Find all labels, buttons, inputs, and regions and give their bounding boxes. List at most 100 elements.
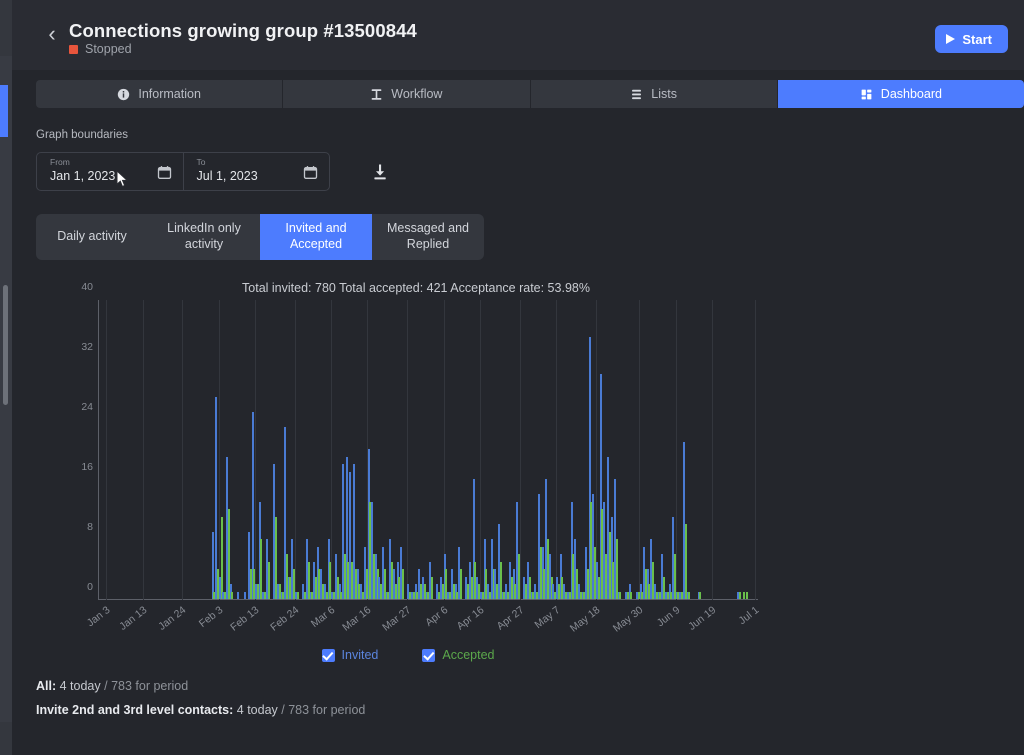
segment-messaged-and-replied[interactable]: Messaged and Replied bbox=[372, 214, 484, 260]
rail-bottom-segment bbox=[0, 722, 12, 755]
footer-all-today: 4 today bbox=[59, 679, 101, 693]
y-axis-tick: 0 bbox=[87, 581, 93, 593]
segment-invited-and-accepted[interactable]: Invited and Accepted bbox=[260, 214, 372, 260]
footer-invite-period: / 783 for period bbox=[281, 703, 366, 717]
rail-active-indicator bbox=[0, 85, 8, 137]
status-label: Stopped bbox=[85, 42, 132, 56]
tab-lists-label: Lists bbox=[651, 87, 677, 101]
bar-accepted bbox=[688, 591, 691, 599]
grid-line bbox=[555, 300, 557, 600]
segment-linkedin-only-activity-label: LinkedIn only activity bbox=[167, 221, 241, 251]
graph-boundaries-label: Graph boundaries bbox=[36, 129, 129, 141]
date-from-field[interactable]: From Jan 1, 2023 bbox=[37, 153, 183, 190]
bar-accepted bbox=[746, 591, 749, 599]
footer-invite-label: Invite 2nd and 3rd level contacts: bbox=[36, 703, 234, 717]
y-axis-tick: 8 bbox=[87, 521, 93, 533]
date-from-value: Jan 1, 2023 bbox=[50, 169, 116, 183]
calendar-icon[interactable] bbox=[303, 165, 318, 185]
bar-accepted bbox=[401, 569, 404, 599]
tab-workflow[interactable]: Workflow bbox=[283, 80, 531, 108]
chart-summary-stats: Total invited: 780 Total accepted: 421 A… bbox=[242, 281, 590, 295]
bar-accepted bbox=[296, 591, 299, 599]
legend-invited-label: Invited bbox=[341, 648, 379, 662]
workflow-icon bbox=[370, 88, 383, 101]
bar-accepted bbox=[517, 554, 520, 599]
play-icon bbox=[946, 34, 956, 44]
bar-accepted bbox=[231, 591, 234, 599]
bar-accepted bbox=[459, 569, 462, 599]
grid-line bbox=[711, 300, 713, 600]
bar-accepted bbox=[430, 576, 433, 599]
list-icon bbox=[630, 88, 643, 101]
date-from-caption: From bbox=[50, 157, 70, 167]
y-axis-tick: 32 bbox=[81, 341, 93, 353]
tab-lists[interactable]: Lists bbox=[530, 80, 778, 108]
page-surface: ‹ Connections growing group #13500844 St… bbox=[12, 0, 1024, 755]
bar-accepted bbox=[699, 591, 702, 599]
grid-line bbox=[479, 300, 481, 600]
grid-line bbox=[106, 300, 108, 600]
checkbox-checked-icon[interactable] bbox=[321, 648, 335, 662]
footer-all-period: / 783 for period bbox=[104, 679, 189, 693]
date-range-group: From Jan 1, 2023 To Jul 1, 2023 bbox=[36, 152, 330, 191]
y-axis-tick: 40 bbox=[81, 281, 93, 293]
calendar-icon[interactable] bbox=[157, 165, 172, 185]
footer-all-line: All: 4 today / 783 for period bbox=[36, 679, 188, 693]
footer-all-label: All: bbox=[36, 679, 57, 693]
page-scrollbar-thumb[interactable] bbox=[3, 285, 8, 405]
status-badge: Stopped bbox=[69, 42, 132, 56]
info-icon bbox=[117, 88, 130, 101]
grid-line bbox=[182, 300, 184, 600]
tab-workflow-label: Workflow bbox=[391, 87, 443, 101]
bar-accepted bbox=[267, 561, 270, 599]
grid-line bbox=[407, 300, 409, 600]
legend-item-invited[interactable]: Invited bbox=[321, 648, 379, 662]
download-icon[interactable] bbox=[371, 163, 389, 186]
tab-dashboard-label: Dashboard bbox=[880, 87, 942, 101]
bar-invited bbox=[211, 531, 214, 599]
bar-accepted bbox=[615, 539, 618, 599]
rail-top-segment bbox=[0, 0, 12, 56]
grid-line bbox=[755, 300, 757, 600]
main-tab-bar: Information Workflow Lists Dashboard bbox=[36, 80, 1024, 108]
date-to-caption: To bbox=[196, 157, 206, 167]
segment-daily-activity[interactable]: Daily activity bbox=[36, 214, 148, 260]
bar-accepted bbox=[220, 516, 223, 599]
footer-invite-today: 4 today bbox=[236, 703, 278, 717]
tab-information[interactable]: Information bbox=[36, 80, 284, 108]
footer-invite-line: Invite 2nd and 3rd level contacts: 4 tod… bbox=[36, 703, 365, 717]
chart-legend: Invited Accepted bbox=[36, 648, 780, 662]
grid-line bbox=[254, 300, 256, 600]
dashboard-icon bbox=[860, 88, 873, 101]
start-button[interactable]: Start bbox=[935, 25, 1008, 53]
date-to-value: Jul 1, 2023 bbox=[196, 169, 258, 183]
segment-invited-and-accepted-label: Invited and Accepted bbox=[285, 221, 347, 251]
date-to-field[interactable]: To Jul 1, 2023 bbox=[182, 153, 330, 190]
grid-line bbox=[218, 300, 220, 600]
legend-item-accepted[interactable]: Accepted bbox=[422, 648, 494, 662]
status-square-icon bbox=[69, 44, 78, 54]
segment-linkedin-only-activity[interactable]: LinkedIn only activity bbox=[148, 214, 260, 260]
bar-accepted bbox=[260, 539, 263, 599]
chart-plot: 0 8 16 24 32 40 bbox=[81, 281, 758, 600]
y-axis-tick: 16 bbox=[81, 461, 93, 473]
chevron-left-icon[interactable]: ‹ bbox=[42, 22, 62, 46]
grid-line bbox=[294, 300, 296, 600]
tab-dashboard[interactable]: Dashboard bbox=[777, 80, 1024, 108]
segment-messaged-and-replied-label: Messaged and Replied bbox=[386, 221, 469, 251]
bar-invited bbox=[244, 591, 247, 599]
bar-accepted bbox=[742, 591, 745, 599]
start-button-label: Start bbox=[962, 31, 992, 47]
chart-area: 0 8 16 24 32 40 Jan 3 Jan 13 Jan 24 Feb 3 Feb 13 F… bbox=[36, 281, 780, 635]
grid-line bbox=[142, 300, 144, 600]
page-header: ‹ Connections growing group #13500844 St… bbox=[12, 0, 1024, 70]
tab-information-label: Information bbox=[138, 87, 201, 101]
app-rail bbox=[0, 0, 12, 755]
bar-accepted bbox=[630, 591, 633, 599]
bar-accepted bbox=[619, 591, 622, 599]
chart-type-segmented-control: Daily activity LinkedIn only activity In… bbox=[36, 214, 484, 260]
bar-invited bbox=[237, 591, 239, 599]
segment-daily-activity-label: Daily activity bbox=[57, 229, 127, 244]
checkbox-checked-icon[interactable] bbox=[422, 648, 436, 662]
x-axis-tick: Jul 1 bbox=[736, 604, 762, 628]
